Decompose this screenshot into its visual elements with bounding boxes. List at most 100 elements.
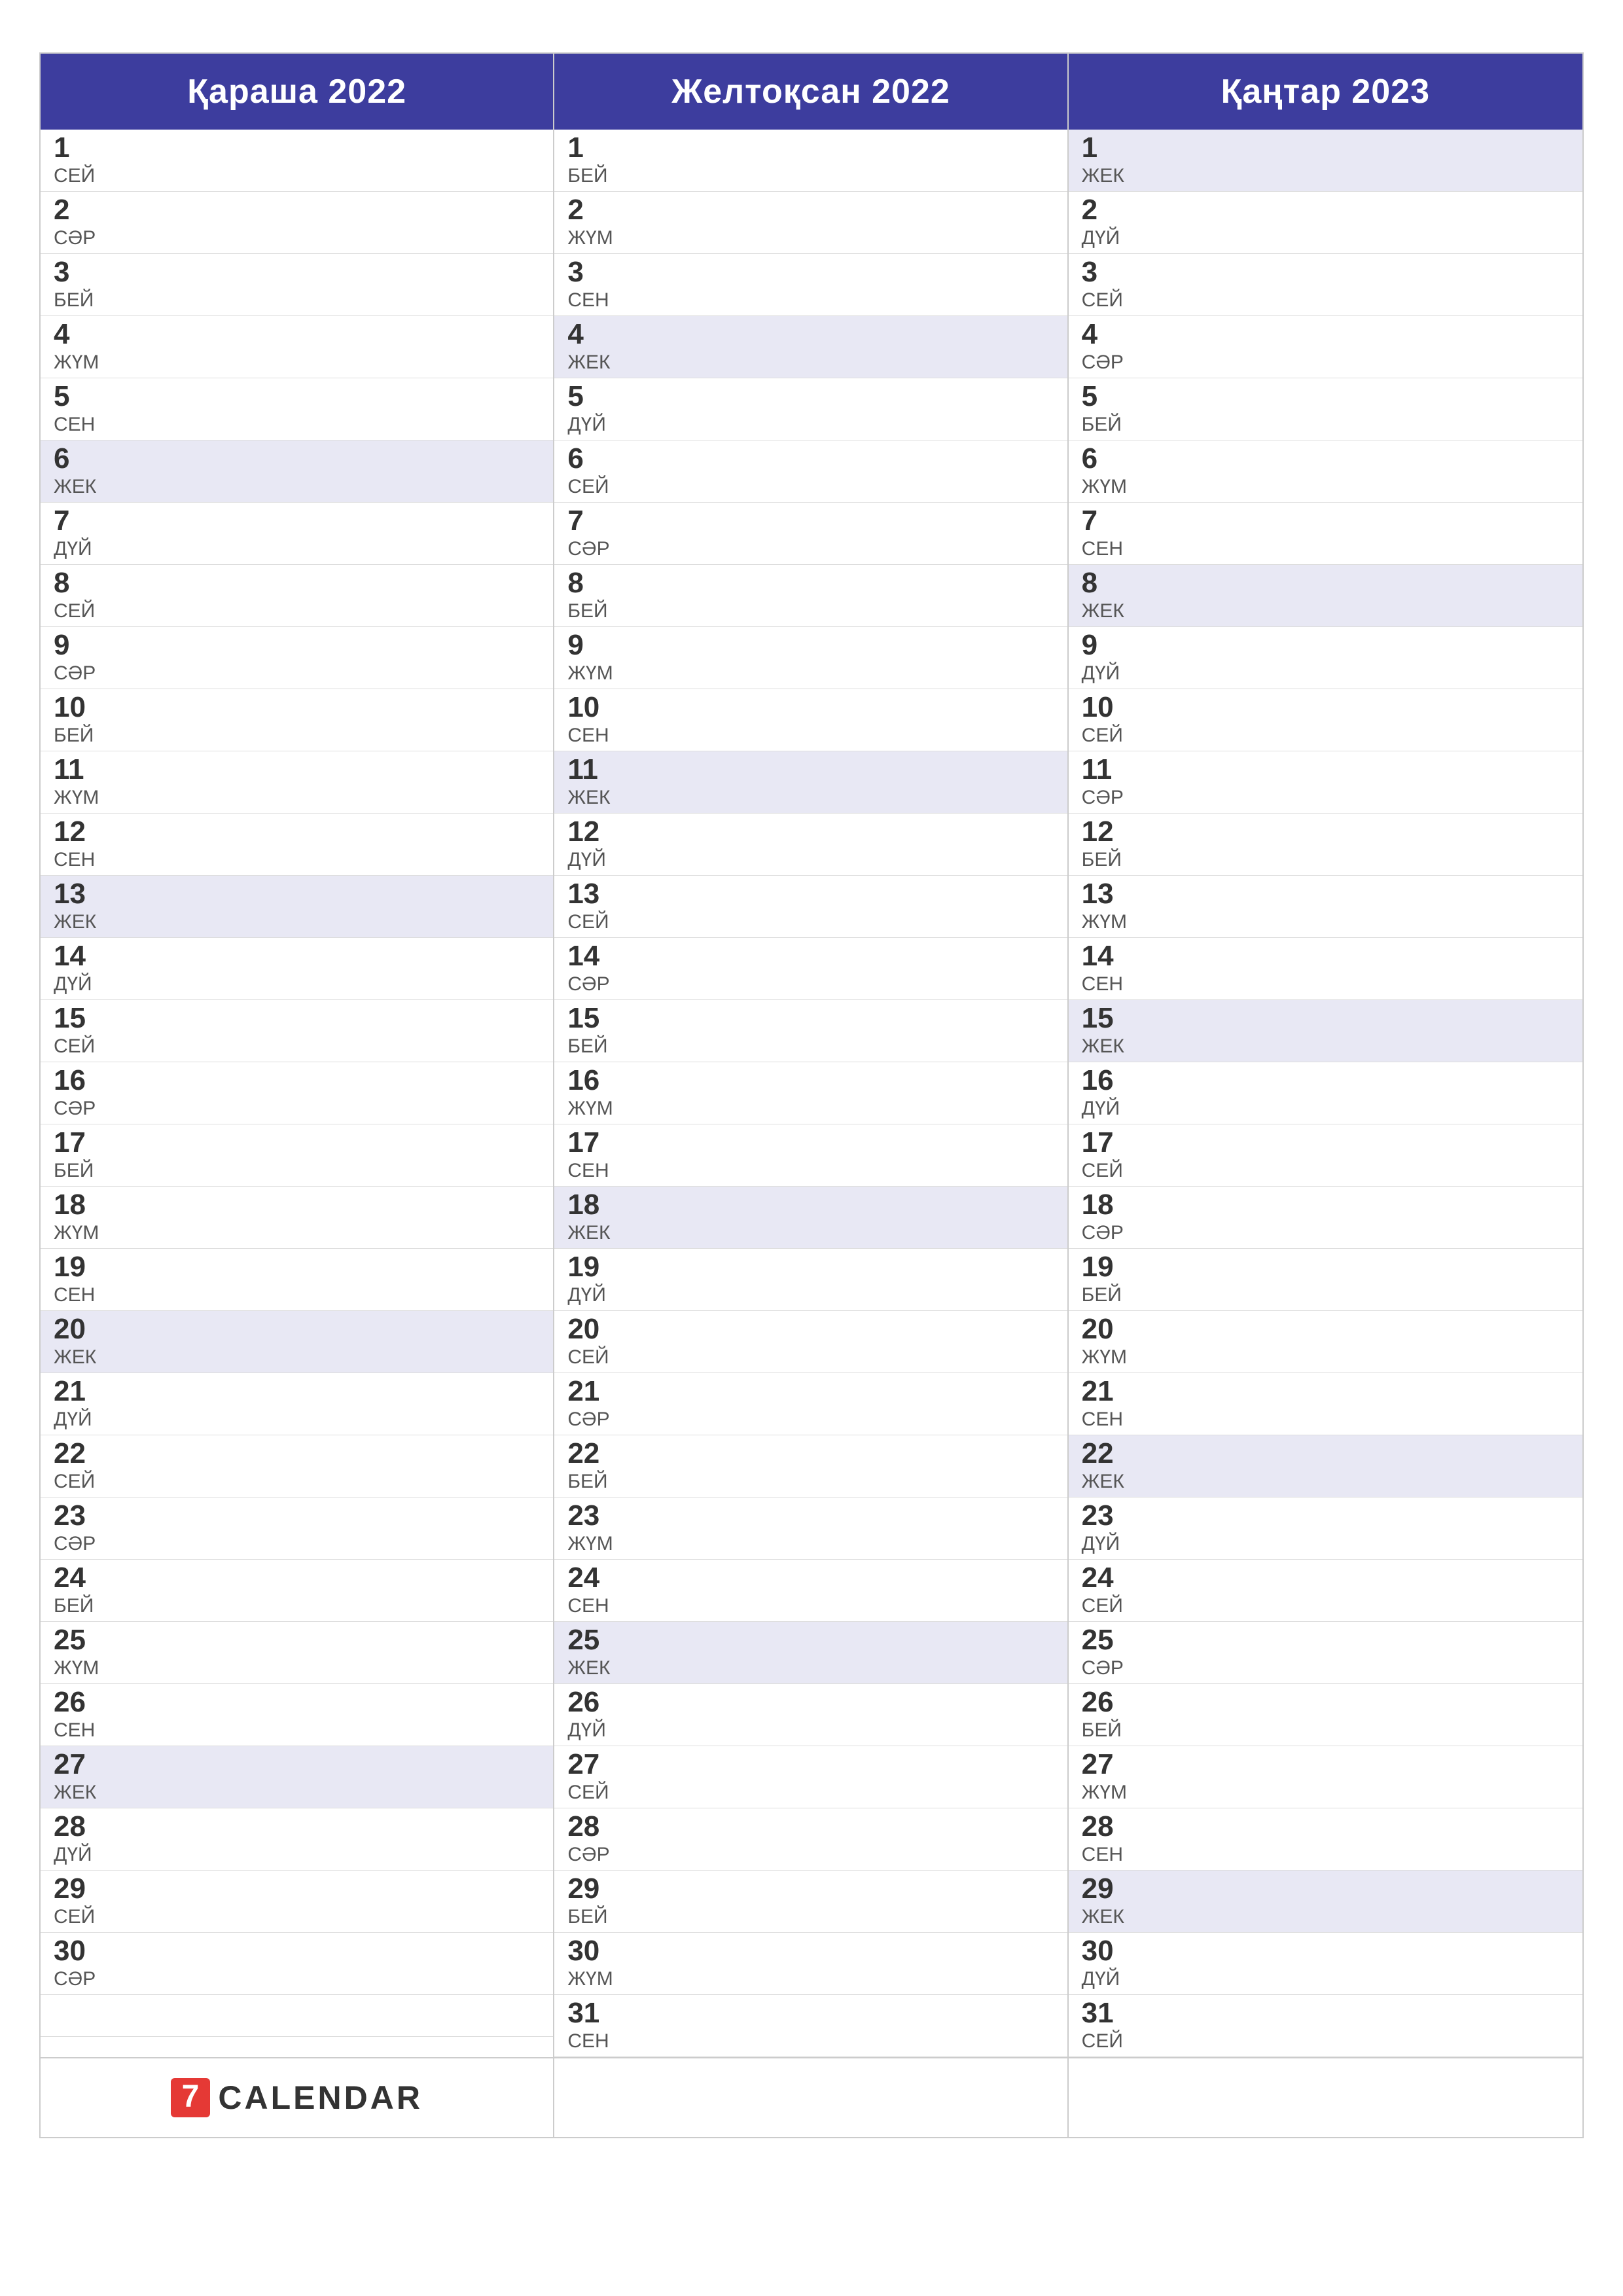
day-row-2-24: 25СӘР — [1069, 1622, 1582, 1684]
day-content-1-17: 18ЖЕК — [567, 1191, 620, 1244]
day-content-1-10: 11ЖЕК — [567, 755, 620, 809]
day-name-0-15: СӘР — [54, 1098, 106, 1120]
day-name-1-28: БЕЙ — [567, 1906, 620, 1928]
day-number-2-17: 18 — [1082, 1191, 1134, 1219]
day-number-2-14: 15 — [1082, 1004, 1134, 1033]
day-row-1-1: 2ЖҮМ — [554, 192, 1067, 254]
day-content-0-28: 29СЕЙ — [54, 1874, 106, 1928]
day-name-2-12: ЖҮМ — [1082, 911, 1134, 933]
day-number-2-24: 25 — [1082, 1626, 1134, 1655]
day-number-1-7: 8 — [567, 569, 620, 598]
day-name-0-11: СЕН — [54, 849, 106, 871]
day-content-1-22: 23ЖҮМ — [567, 1501, 620, 1555]
day-content-1-6: 7СӘР — [567, 507, 620, 560]
day-content-1-28: 29БЕЙ — [567, 1874, 620, 1928]
day-name-1-3: ЖЕК — [567, 351, 620, 374]
day-name-2-9: СЕЙ — [1082, 725, 1134, 747]
calendar-container: Қараша 20221СЕЙ2СӘР3БЕЙ4ЖҮМ5СЕН6ЖЕК7ДҮЙ8… — [39, 52, 1584, 2138]
day-row-1-29: 30ЖҮМ — [554, 1933, 1067, 1995]
day-row-2-29: 30ДҮЙ — [1069, 1933, 1582, 1995]
day-name-2-26: ЖҮМ — [1082, 1782, 1134, 1804]
day-row-0-29: 30СӘР — [41, 1933, 553, 1995]
day-name-1-26: СЕЙ — [567, 1782, 620, 1804]
day-content-2-2: 3СЕЙ — [1082, 258, 1134, 312]
day-row-2-13: 14СЕН — [1069, 938, 1582, 1000]
day-number-0-28: 29 — [54, 1874, 106, 1903]
day-content-1-29: 30ЖҮМ — [567, 1937, 620, 1990]
day-content-2-4: 5БЕЙ — [1082, 382, 1134, 436]
day-number-0-19: 20 — [54, 1315, 106, 1344]
day-name-0-16: БЕЙ — [54, 1160, 106, 1182]
day-content-2-12: 13ЖҮМ — [1082, 880, 1134, 933]
day-row-2-25: 26БЕЙ — [1069, 1684, 1582, 1746]
day-content-1-0: 1БЕЙ — [567, 134, 620, 187]
day-number-1-12: 13 — [567, 880, 620, 908]
day-content-1-3: 4ЖЕК — [567, 320, 620, 374]
day-row-0-22: 23СӘР — [41, 1498, 553, 1560]
day-number-2-25: 26 — [1082, 1688, 1134, 1717]
day-row-1-21: 22БЕЙ — [554, 1435, 1067, 1498]
day-number-1-0: 1 — [567, 134, 620, 162]
day-number-0-12: 13 — [54, 880, 106, 908]
day-row-2-14: 15ЖЕК — [1069, 1000, 1582, 1062]
day-number-0-3: 4 — [54, 320, 106, 349]
day-row-1-4: 5ДҮЙ — [554, 378, 1067, 440]
day-number-1-14: 15 — [567, 1004, 620, 1033]
day-number-1-13: 14 — [567, 942, 620, 971]
day-name-1-9: СЕН — [567, 725, 620, 747]
day-row-1-10: 11ЖЕК — [554, 751, 1067, 814]
day-number-0-9: 10 — [54, 693, 106, 722]
day-name-0-4: СЕН — [54, 414, 106, 436]
day-number-2-6: 7 — [1082, 507, 1134, 535]
day-row-0-0: 1СЕЙ — [41, 130, 553, 192]
day-number-0-8: 9 — [54, 631, 106, 660]
day-row-2-20: 21СЕН — [1069, 1373, 1582, 1435]
day-row-0-15: 16СӘР — [41, 1062, 553, 1124]
day-name-0-25: СЕН — [54, 1719, 106, 1742]
day-content-2-15: 16ДҮЙ — [1082, 1066, 1134, 1120]
day-row-0-2: 3БЕЙ — [41, 254, 553, 316]
day-number-1-9: 10 — [567, 693, 620, 722]
month-column-2: Қаңтар 20231ЖЕК2ДҮЙ3СЕЙ4СӘР5БЕЙ6ЖҮМ7СЕН8… — [1069, 54, 1582, 2057]
day-number-2-11: 12 — [1082, 817, 1134, 846]
day-row-0-11: 12СЕН — [41, 814, 553, 876]
day-name-2-10: СӘР — [1082, 787, 1134, 809]
day-content-1-4: 5ДҮЙ — [567, 382, 620, 436]
day-content-2-29: 30ДҮЙ — [1082, 1937, 1134, 1990]
day-content-1-30: 31СЕН — [567, 1999, 620, 2053]
footer-empty-cell-2 — [554, 2058, 1068, 2137]
day-row-2-21: 22ЖЕК — [1069, 1435, 1582, 1498]
day-row-2-19: 20ЖҮМ — [1069, 1311, 1582, 1373]
day-name-0-8: СӘР — [54, 662, 106, 685]
day-content-2-9: 10СЕЙ — [1082, 693, 1134, 747]
day-name-2-25: БЕЙ — [1082, 1719, 1134, 1742]
day-row-1-14: 15БЕЙ — [554, 1000, 1067, 1062]
day-number-0-14: 15 — [54, 1004, 106, 1033]
day-number-1-24: 25 — [567, 1626, 620, 1655]
day-content-0-13: 14ДҮЙ — [54, 942, 106, 996]
day-number-0-29: 30 — [54, 1937, 106, 1965]
day-number-0-20: 21 — [54, 1377, 106, 1406]
day-name-1-18: ДҮЙ — [567, 1284, 620, 1306]
day-content-0-19: 20ЖЕК — [54, 1315, 106, 1369]
day-number-0-1: 2 — [54, 196, 106, 224]
month-column-0: Қараша 20221СЕЙ2СӘР3БЕЙ4ЖҮМ5СЕН6ЖЕК7ДҮЙ8… — [41, 54, 554, 2057]
day-row-0-1: 2СӘР — [41, 192, 553, 254]
day-row-0-10: 11ЖҮМ — [41, 751, 553, 814]
day-content-1-21: 22БЕЙ — [567, 1439, 620, 1493]
day-row-2-5: 6ЖҮМ — [1069, 440, 1582, 503]
day-name-0-6: ДҮЙ — [54, 538, 106, 560]
day-content-0-8: 9СӘР — [54, 631, 106, 685]
day-name-2-7: ЖЕК — [1082, 600, 1134, 622]
day-row-0-24: 25ЖҮМ — [41, 1622, 553, 1684]
day-number-0-24: 25 — [54, 1626, 106, 1655]
day-content-0-5: 6ЖЕК — [54, 444, 106, 498]
day-number-2-19: 20 — [1082, 1315, 1134, 1344]
day-row-0-28: 29СЕЙ — [41, 1871, 553, 1933]
day-number-2-27: 28 — [1082, 1812, 1134, 1841]
day-name-0-27: ДҮЙ — [54, 1844, 106, 1866]
day-content-0-15: 16СӘР — [54, 1066, 106, 1120]
day-content-1-1: 2ЖҮМ — [567, 196, 620, 249]
day-content-0-11: 12СЕН — [54, 817, 106, 871]
day-name-0-20: ДҮЙ — [54, 1408, 106, 1431]
